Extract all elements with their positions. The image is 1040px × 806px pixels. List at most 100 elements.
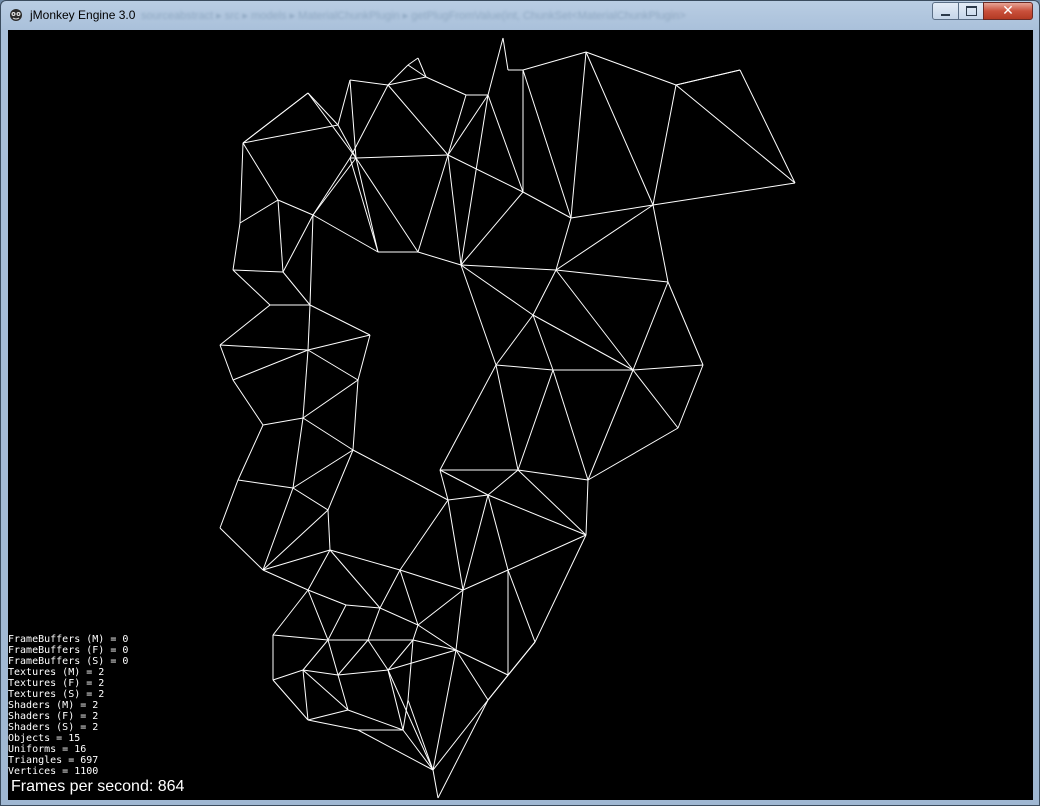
mesh-edge — [307, 92, 357, 159]
stat-line: Vertices = 1100 — [8, 766, 99, 777]
mesh-edge — [329, 549, 401, 571]
mesh-edge — [349, 79, 357, 159]
mesh-edge — [337, 79, 351, 126]
mesh-edge — [399, 569, 464, 591]
mesh-edge — [352, 449, 449, 501]
title-bar[interactable]: jMonkey Engine 3.0 sourceabstract ▸ src … — [1, 1, 1039, 29]
mesh-edge — [309, 304, 371, 336]
mesh-edge — [337, 639, 369, 676]
stat-line: Uniforms = 16 — [8, 744, 87, 755]
mesh-edge — [439, 364, 497, 471]
mesh-edge — [327, 604, 347, 641]
mesh-edge — [357, 729, 434, 771]
mesh-edge — [307, 589, 329, 641]
mesh-edge — [349, 84, 389, 159]
stat-line: Shaders (M) = 2 — [8, 700, 99, 711]
mesh-edge — [417, 589, 464, 626]
mesh-edge — [237, 424, 264, 481]
mesh-edge — [312, 157, 357, 216]
mesh-edge — [460, 264, 497, 366]
stat-line: Shaders (F) = 2 — [8, 711, 99, 722]
mesh-edge — [555, 204, 654, 271]
render-viewport[interactable]: FrameBuffers (M) = 0 FrameBuffers (F) = 0… — [8, 30, 1033, 800]
mesh-edge — [632, 369, 679, 429]
mesh-edge — [447, 499, 464, 591]
mesh-edge — [412, 639, 457, 651]
mesh-edge — [417, 154, 449, 253]
mesh-edge — [312, 157, 351, 216]
mesh-edge — [432, 649, 457, 771]
stats-overlay: FrameBuffers (M) = 0 FrameBuffers (F) = 0… — [8, 634, 128, 777]
mesh-edge — [487, 494, 587, 536]
maximize-button[interactable] — [958, 2, 984, 20]
mesh-edge — [387, 76, 427, 86]
mesh-edge — [302, 669, 349, 711]
stat-line: Textures (M) = 2 — [8, 667, 105, 678]
mesh-edge — [447, 94, 489, 156]
mesh-edge — [517, 369, 554, 471]
mesh-edge — [219, 479, 239, 529]
mesh-edge — [534, 534, 587, 643]
mesh-edge — [439, 469, 449, 501]
mesh-edge — [262, 569, 309, 591]
mesh-edge — [407, 699, 434, 771]
mesh-edge — [337, 669, 389, 676]
mesh-edge — [327, 449, 354, 511]
mesh-edge — [447, 94, 467, 156]
mesh-edge — [447, 494, 489, 501]
mesh-edge — [387, 64, 409, 86]
mesh-edge — [587, 427, 679, 481]
mesh-edge — [272, 679, 309, 721]
stat-line: Objects = 15 — [8, 733, 81, 744]
mesh-edge — [487, 37, 504, 96]
mesh-edge — [232, 349, 309, 381]
mesh-edge — [302, 639, 329, 671]
mesh-edge — [432, 699, 489, 771]
mesh-edge — [349, 79, 389, 86]
minimize-button[interactable] — [932, 2, 959, 20]
mesh-edge — [487, 469, 519, 496]
mesh-edge — [242, 124, 339, 144]
mesh-edge — [272, 634, 329, 641]
mesh-edge — [447, 154, 462, 266]
mesh-edge — [242, 92, 309, 144]
mesh-edge — [262, 487, 294, 571]
mesh-edge — [462, 494, 489, 591]
mesh-edge — [337, 124, 357, 159]
mesh-edge — [302, 669, 309, 721]
stat-line: Textures (F) = 2 — [8, 678, 105, 689]
mesh-edge — [307, 589, 347, 606]
mesh-edge — [307, 709, 349, 721]
mesh-edge — [307, 92, 339, 126]
mesh-edge — [292, 449, 354, 489]
wireframe-mesh — [219, 37, 796, 799]
mesh-edge — [460, 191, 524, 266]
mesh-edge — [417, 624, 457, 651]
mesh-edge — [387, 649, 457, 671]
mesh-edge — [355, 157, 379, 253]
mesh-edge — [517, 469, 589, 481]
mesh-edge — [487, 494, 509, 571]
mesh-edge — [352, 379, 359, 451]
mesh-edge — [379, 607, 419, 626]
mesh-edge — [232, 379, 264, 426]
mesh-edge — [417, 251, 462, 266]
mesh-edge — [585, 51, 677, 86]
mesh-edge — [262, 417, 304, 426]
stat-line: Triangles = 697 — [8, 755, 99, 766]
mesh-edge — [282, 214, 314, 273]
close-button[interactable]: ✕ — [983, 2, 1033, 20]
mesh-edge — [242, 142, 279, 201]
mesh-edge — [309, 214, 314, 306]
mesh-edge — [460, 264, 557, 271]
mesh-edge — [652, 182, 796, 206]
mesh-edge — [675, 84, 796, 184]
mesh-edge — [282, 271, 311, 306]
mesh-edge — [522, 51, 587, 71]
mesh-edge — [387, 669, 434, 771]
mesh-edge — [585, 479, 589, 536]
mesh-edge — [232, 269, 284, 273]
mesh-edge — [555, 217, 572, 271]
mesh-edge — [387, 669, 404, 731]
mesh-edge — [307, 334, 371, 351]
